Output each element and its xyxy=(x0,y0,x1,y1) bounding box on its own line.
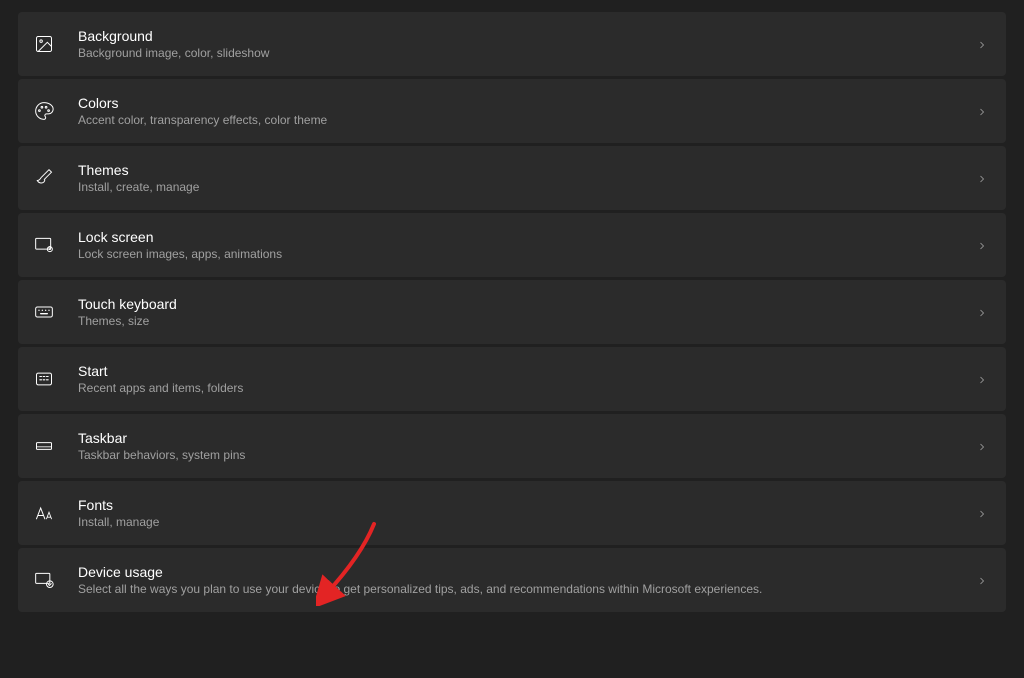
keyboard-icon xyxy=(32,300,56,324)
setting-row-themes[interactable]: Themes Install, create, manage xyxy=(18,146,1006,210)
chevron-right-icon xyxy=(976,239,988,251)
setting-text: Touch keyboard Themes, size xyxy=(78,295,976,330)
setting-row-touchkeyboard[interactable]: Touch keyboard Themes, size xyxy=(18,280,1006,344)
setting-row-colors[interactable]: Colors Accent color, transparency effect… xyxy=(18,79,1006,143)
chevron-right-icon xyxy=(976,507,988,519)
setting-title: Taskbar xyxy=(78,429,976,447)
font-icon xyxy=(32,501,56,525)
setting-text: Colors Accent color, transparency effect… xyxy=(78,94,976,129)
setting-title: Colors xyxy=(78,94,976,112)
setting-text: Themes Install, create, manage xyxy=(78,161,976,196)
setting-desc: Accent color, transparency effects, colo… xyxy=(78,113,976,129)
taskbar-icon xyxy=(32,434,56,458)
setting-title: Fonts xyxy=(78,496,976,514)
setting-title: Lock screen xyxy=(78,228,976,246)
setting-text: Background Background image, color, slid… xyxy=(78,27,976,62)
palette-icon xyxy=(32,99,56,123)
setting-title: Touch keyboard xyxy=(78,295,976,313)
setting-desc: Lock screen images, apps, animations xyxy=(78,247,976,263)
setting-desc: Install, manage xyxy=(78,515,976,531)
setting-row-start[interactable]: Start Recent apps and items, folders xyxy=(18,347,1006,411)
setting-text: Device usage Select all the ways you pla… xyxy=(78,563,976,598)
setting-text: Lock screen Lock screen images, apps, an… xyxy=(78,228,976,263)
setting-text: Taskbar Taskbar behaviors, system pins xyxy=(78,429,976,464)
setting-title: Device usage xyxy=(78,563,976,581)
image-icon xyxy=(32,32,56,56)
setting-text: Start Recent apps and items, folders xyxy=(78,362,976,397)
setting-desc: Install, create, manage xyxy=(78,180,976,196)
brush-icon xyxy=(32,166,56,190)
setting-desc: Themes, size xyxy=(78,314,976,330)
setting-desc: Background image, color, slideshow xyxy=(78,46,976,62)
setting-desc: Select all the ways you plan to use your… xyxy=(78,582,976,598)
chevron-right-icon xyxy=(976,440,988,452)
device-usage-icon xyxy=(32,568,56,592)
lock-screen-icon xyxy=(32,233,56,257)
chevron-right-icon xyxy=(976,172,988,184)
setting-text: Fonts Install, manage xyxy=(78,496,976,531)
chevron-right-icon xyxy=(976,574,988,586)
chevron-right-icon xyxy=(976,306,988,318)
setting-row-lockscreen[interactable]: Lock screen Lock screen images, apps, an… xyxy=(18,213,1006,277)
setting-row-taskbar[interactable]: Taskbar Taskbar behaviors, system pins xyxy=(18,414,1006,478)
chevron-right-icon xyxy=(976,373,988,385)
personalization-settings-list: Background Background image, color, slid… xyxy=(18,12,1006,612)
chevron-right-icon xyxy=(976,105,988,117)
chevron-right-icon xyxy=(976,38,988,50)
setting-row-deviceusage[interactable]: Device usage Select all the ways you pla… xyxy=(18,548,1006,612)
setting-row-background[interactable]: Background Background image, color, slid… xyxy=(18,12,1006,76)
setting-desc: Recent apps and items, folders xyxy=(78,381,976,397)
setting-title: Background xyxy=(78,27,976,45)
setting-title: Start xyxy=(78,362,976,380)
start-grid-icon xyxy=(32,367,56,391)
setting-desc: Taskbar behaviors, system pins xyxy=(78,448,976,464)
setting-row-fonts[interactable]: Fonts Install, manage xyxy=(18,481,1006,545)
setting-title: Themes xyxy=(78,161,976,179)
